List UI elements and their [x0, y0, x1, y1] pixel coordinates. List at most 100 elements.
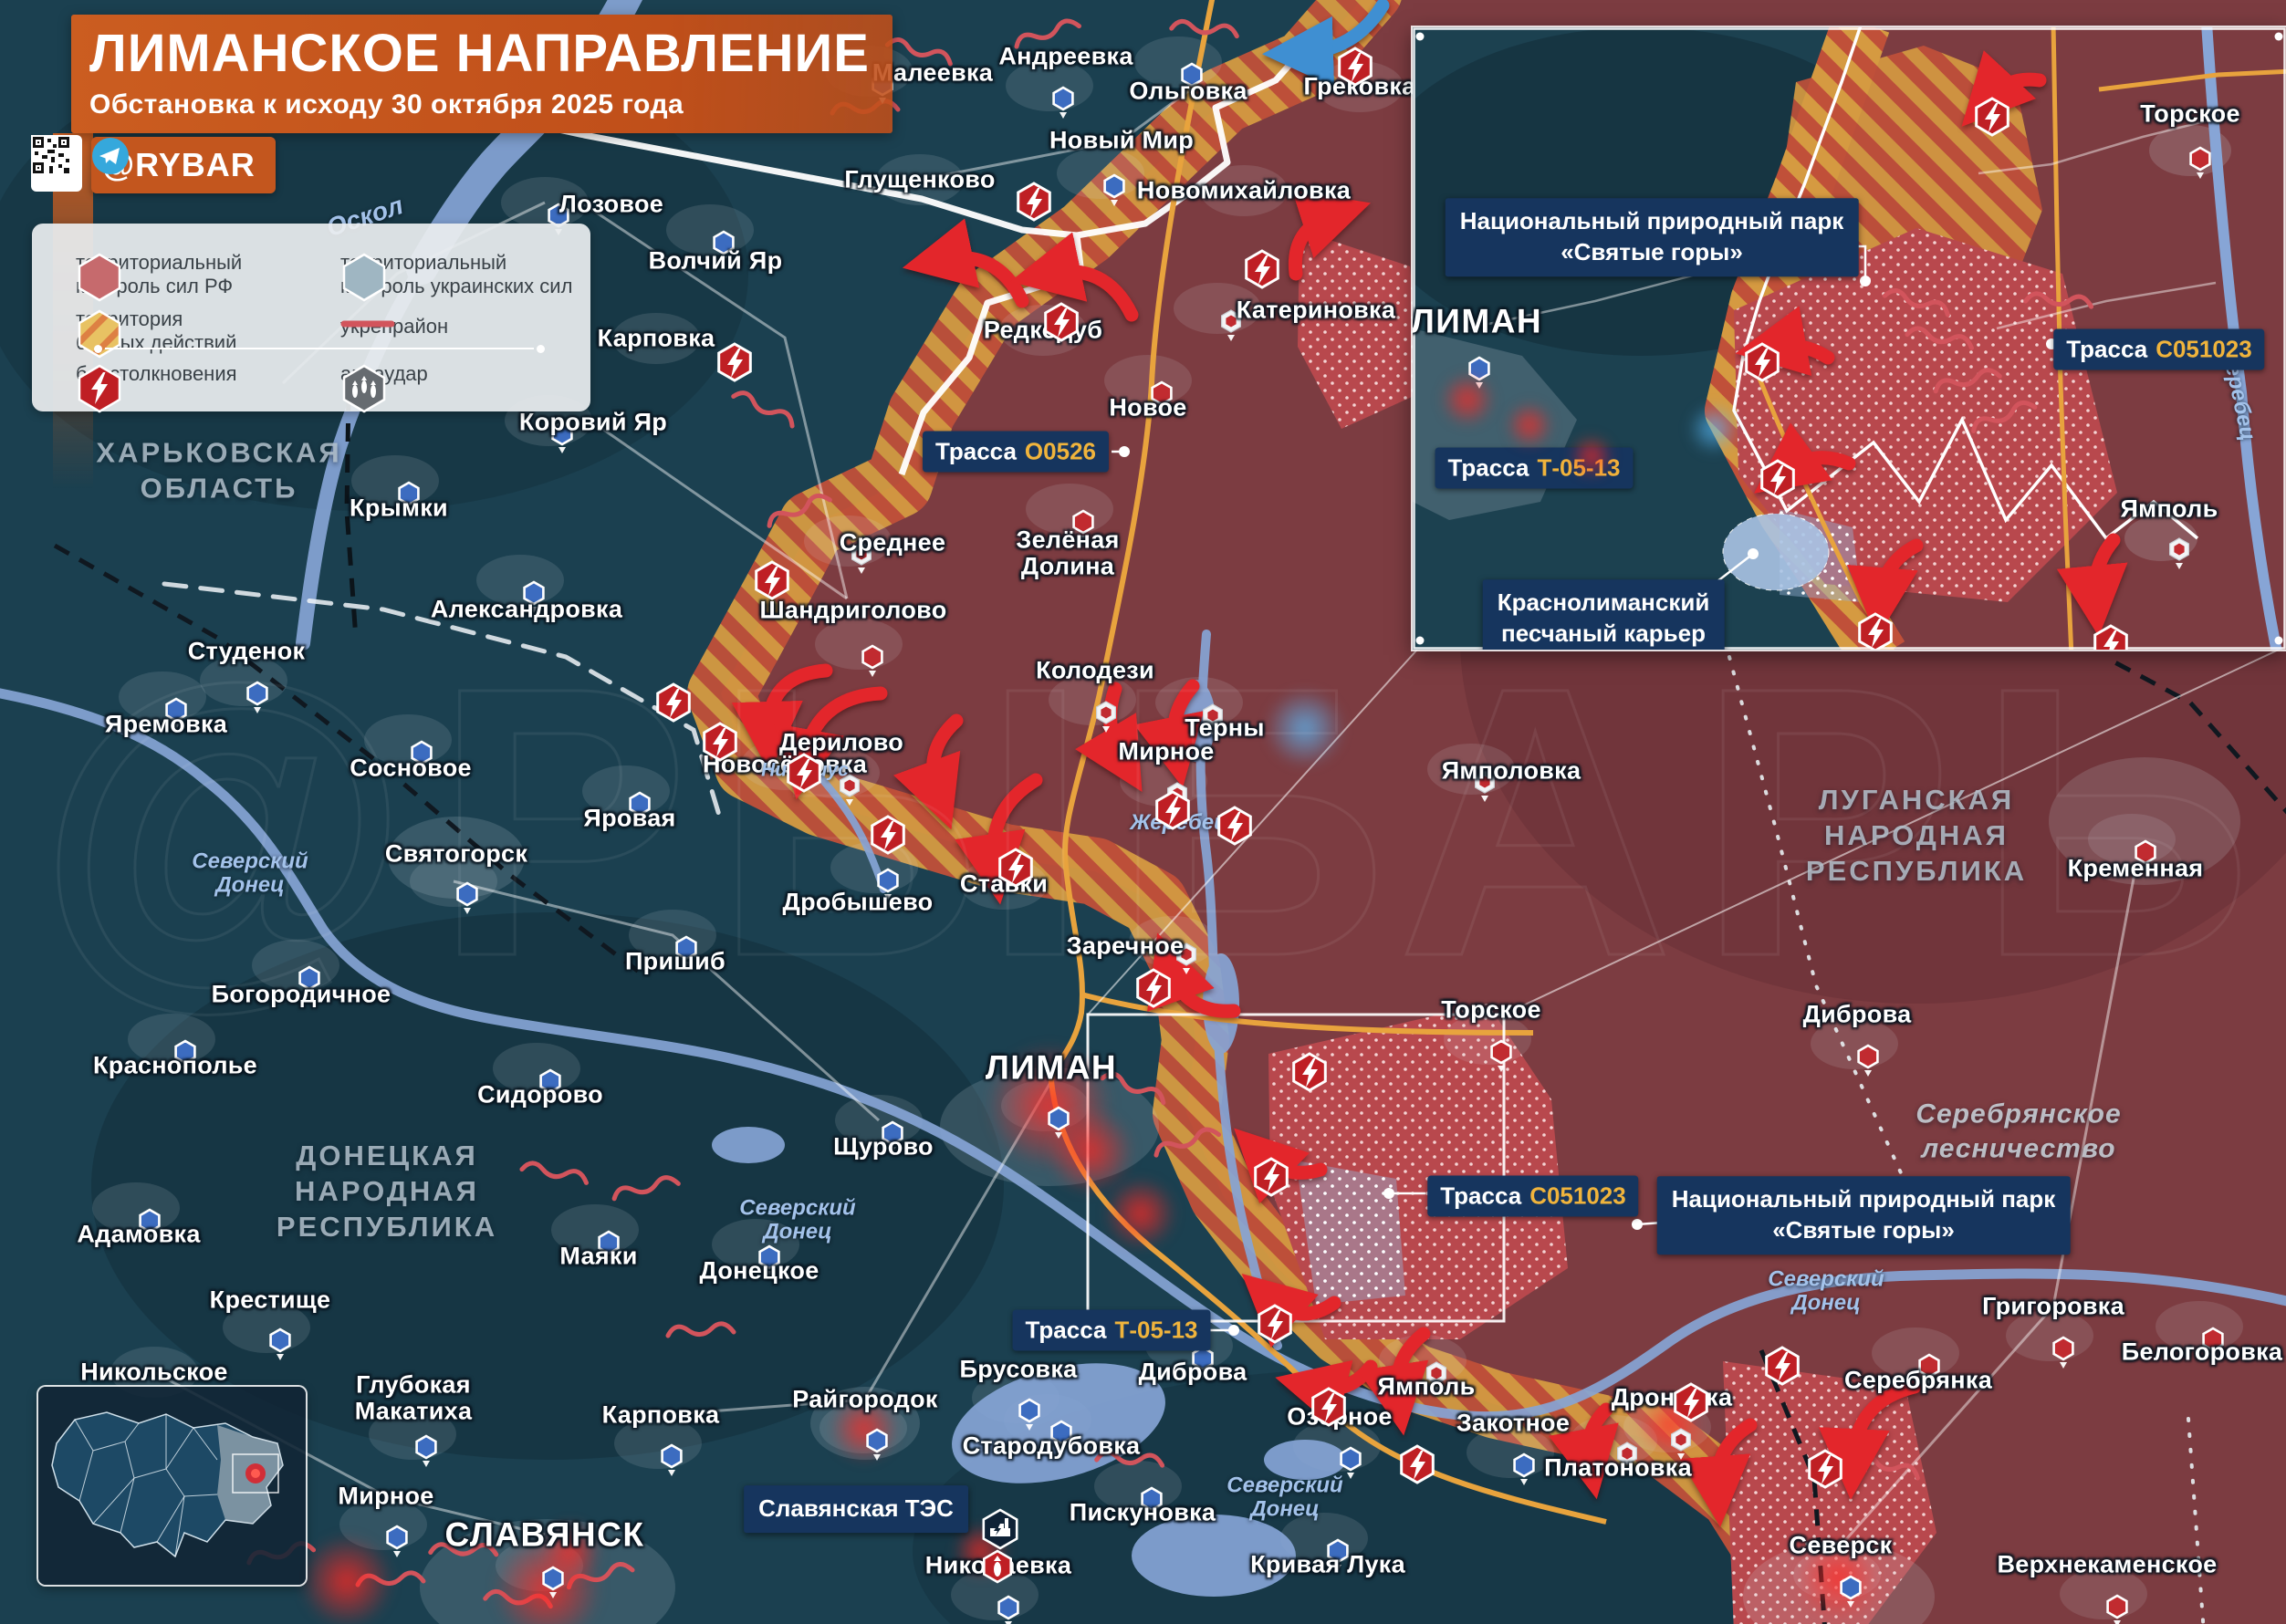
- town-label: Пискуновка: [1070, 1500, 1216, 1526]
- qr-pattern: [31, 135, 71, 175]
- town-label: Райгородок: [792, 1387, 937, 1413]
- road-label-prefix: Трасса: [1440, 1182, 1521, 1210]
- town-label: Григоровка: [1982, 1294, 2124, 1320]
- town-label: Диброва: [1803, 1002, 1912, 1028]
- callout-label: Национальный природный парк «Святые горы…: [1657, 1176, 2071, 1254]
- road-label-prefix: Трасса: [1026, 1317, 1107, 1344]
- town-label: Коровий Яр: [519, 410, 667, 436]
- town-label: Карповка: [598, 326, 715, 352]
- town-label: Никольское: [80, 1359, 228, 1386]
- airstrike-hex-icon: [340, 362, 388, 413]
- town-label: Ямполовка: [1442, 758, 1581, 785]
- town-label: Сосновое: [350, 755, 472, 782]
- overview-minimap: [38, 1387, 306, 1585]
- river-label: Северский Донец: [739, 1197, 855, 1245]
- town-label: Глущенково: [844, 167, 995, 193]
- town-label: Мирное: [338, 1483, 433, 1510]
- town-label: Дробышево: [783, 890, 934, 916]
- town-label: Среднее: [840, 530, 946, 557]
- town-label: Святогорск: [385, 841, 527, 868]
- town-label: Адамовка: [77, 1222, 200, 1248]
- town-label: Катериновка: [1237, 297, 1395, 324]
- town-label: СЛАВЯНСК: [445, 1516, 645, 1552]
- region-label: ЛУГАНСКАЯ НАРОДНАЯ РЕСПУБЛИКА: [1806, 783, 2027, 889]
- road-label: Трасса С051023: [1427, 1176, 1638, 1217]
- strike-glow-blue: [1688, 403, 1739, 454]
- callout-label: Краснолиманский песчаный карьер: [1483, 579, 1725, 650]
- road-label: Трасса Т-05-13: [1013, 1310, 1211, 1351]
- road-label-prefix: Трасса: [935, 438, 1017, 465]
- town-label: Торское: [1441, 997, 1541, 1024]
- legend: территориальный контроль сил РФ территор…: [32, 224, 590, 411]
- town-label: Стародубовка: [963, 1433, 1141, 1460]
- town-label: Ямполь: [2120, 496, 2218, 523]
- town-label: Мирное: [1118, 739, 1214, 765]
- town-label: Краснополье: [93, 1053, 257, 1079]
- town-label: Пришиб: [625, 949, 725, 975]
- river-label: Северский Донец: [1227, 1474, 1342, 1523]
- strike-glow-red: [1440, 372, 1495, 427]
- town-label: Новое: [1109, 395, 1186, 422]
- road-label: Трасса О0526: [923, 432, 1109, 473]
- region-label: ХАРЬКОВСКАЯ ОБЛАСТЬ: [96, 435, 341, 506]
- town-label: Глубокая Макатиха: [355, 1371, 473, 1423]
- town-label: Маяки: [559, 1244, 637, 1270]
- strike-glow-red: [1506, 401, 1553, 449]
- town-label: Зелёная Долина: [1016, 526, 1119, 578]
- road-code: С051023: [1529, 1182, 1626, 1210]
- qr-code: [31, 135, 82, 192]
- town-label: Богородичное: [212, 982, 391, 1008]
- town-label: Ямполь: [1377, 1374, 1475, 1400]
- town-label: Закотное: [1456, 1411, 1570, 1437]
- town-label: Серебрянка: [1844, 1368, 1992, 1394]
- town-label: Лозовое: [559, 192, 663, 218]
- town-label: Сидорово: [477, 1082, 603, 1109]
- town-label: Верхнекаменское: [1997, 1552, 2217, 1578]
- callout-label: Национальный природный парк «Святые горы…: [1446, 198, 1859, 276]
- telegram-icon: [91, 137, 130, 175]
- road-code: Т-05-13: [1114, 1317, 1197, 1344]
- road-code: С051023: [2156, 336, 2252, 363]
- town-label: ЛИМАН: [1413, 303, 1542, 338]
- town-label: Кременная: [2068, 856, 2204, 882]
- town-label: Волчий Яр: [649, 248, 783, 275]
- town-label: Крымки: [350, 495, 448, 522]
- town-label: Колодези: [1036, 658, 1154, 684]
- river-label: Северский Донец: [192, 850, 308, 899]
- region-label: ДОНЕЦКАЯ НАРОДНАЯ РЕСПУБЛИКА: [277, 1139, 497, 1244]
- fortified-line-icon: [340, 315, 395, 333]
- town-label: Новый Мир: [1049, 128, 1194, 154]
- clash-hex-icon: [76, 362, 123, 413]
- town-label: Карповка: [602, 1402, 720, 1429]
- river-label: Северский Донец: [1768, 1268, 1884, 1317]
- town-label: Северск: [1790, 1533, 1893, 1559]
- town-label: Ольговка: [1129, 78, 1247, 105]
- region-label: Серебрянское лесничество: [1915, 1098, 2121, 1166]
- town-label: Белогоровка: [2122, 1339, 2283, 1366]
- road-label-prefix: Трасса: [2066, 336, 2147, 363]
- legend-divider: [105, 348, 534, 349]
- town-label: Брусовка: [960, 1357, 1078, 1383]
- telegram-badge: @RYBAR: [91, 137, 276, 193]
- page-subtitle: Обстановка к исходу 30 октября 2025 года: [89, 89, 892, 120]
- town-label: Торское: [2140, 101, 2240, 128]
- town-label: Щурово: [833, 1134, 934, 1161]
- town-label: Яремовка: [105, 712, 227, 738]
- ru-control-hex-icon: [76, 251, 123, 302]
- town-label: Студенок: [188, 639, 306, 665]
- road-label: Трасса С051023: [2053, 329, 2264, 370]
- ua-control-hex-icon: [340, 251, 388, 302]
- road-label-prefix: Трасса: [1448, 454, 1529, 482]
- town-label: Донецкое: [699, 1258, 819, 1285]
- road-code: О0526: [1025, 438, 1096, 465]
- town-label: Диброва: [1139, 1359, 1247, 1386]
- strike-glow-red: [1570, 434, 1613, 478]
- map-canvas: @РЫБАРЬ МалеевкаАндреевкаОльговкаГрековк…: [0, 0, 2286, 1624]
- town-label: Заречное: [1067, 933, 1185, 960]
- page-title: ЛИМАНСКОЕ НАПРАВЛЕНИЕ: [89, 27, 892, 80]
- inset-map: ТорскоеЛИМАНЯмпольЖеребецТрассаС051023Тр…: [1413, 27, 2286, 650]
- town-label: Андреевка: [998, 44, 1133, 70]
- callout-label: Славянская ТЭС: [744, 1485, 968, 1533]
- town-label: ЛИМАН: [986, 1049, 1117, 1085]
- town-label: Крестище: [210, 1287, 331, 1314]
